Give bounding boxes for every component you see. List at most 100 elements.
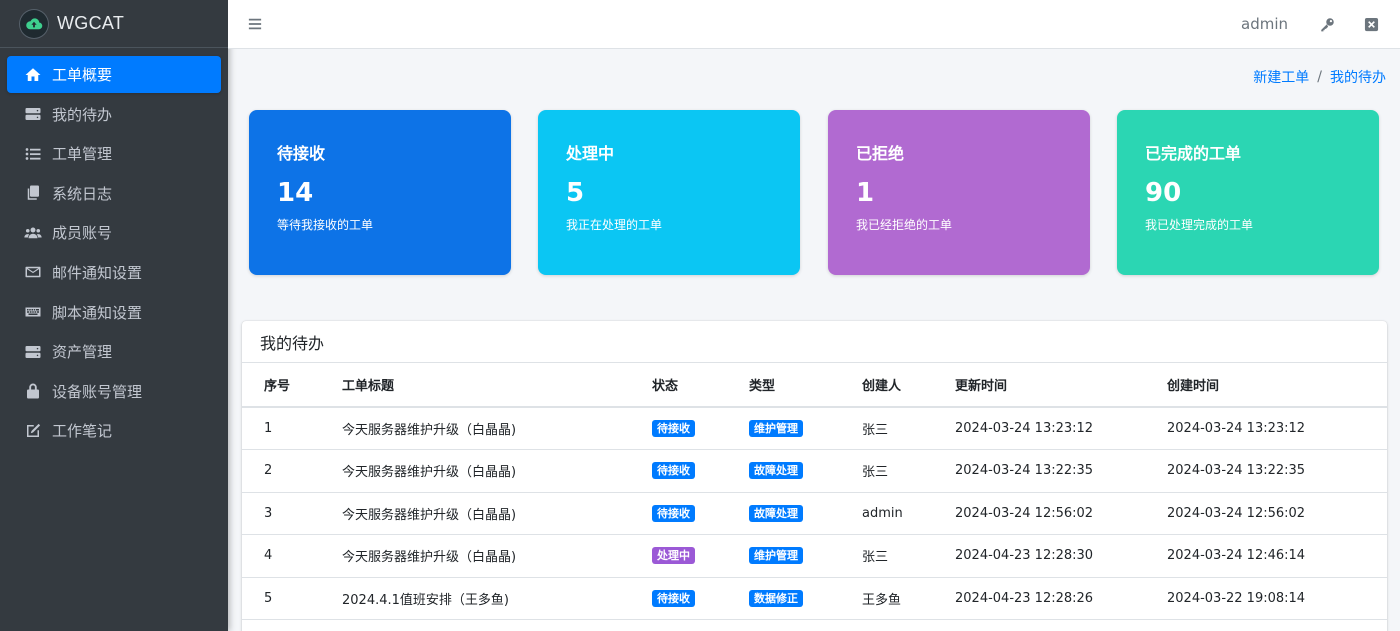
- sidebar-nav: 工单概要 我的待办 工单管理 系统日志 成员账号 邮件通知设置 脚本通知设置 资…: [0, 48, 228, 460]
- server-icon: [23, 104, 43, 124]
- cell-status: 待接收: [652, 407, 749, 450]
- stat-card-pending[interactable]: 待接收 14 等待我接收的工单: [249, 110, 511, 275]
- breadcrumb-new-ticket-link[interactable]: 新建工单: [1253, 67, 1309, 87]
- column-header: 创建人: [862, 363, 955, 408]
- cell-creator: 张三: [862, 407, 955, 450]
- card-value: 90: [1145, 178, 1182, 208]
- lock-icon: [23, 381, 43, 401]
- cell-index: 1: [242, 407, 342, 450]
- server-icon: [23, 342, 43, 362]
- sidebar-item-script-settings[interactable]: 脚本通知设置: [7, 294, 221, 331]
- type-badge: 故障处理: [749, 504, 803, 522]
- sidebar-item-system-log[interactable]: 系统日志: [7, 175, 221, 212]
- card-value: 1: [856, 178, 875, 208]
- sidebar-item-work-notes[interactable]: 工作笔记: [7, 412, 221, 449]
- sidebar-item-label: 我的待办: [52, 105, 113, 124]
- list-icon: [23, 144, 43, 164]
- cell-index: 5: [242, 577, 342, 620]
- sidebar-item-device-accounts[interactable]: 设备账号管理: [7, 373, 221, 410]
- close-window-icon[interactable]: [1362, 15, 1380, 33]
- cell-created: 2024-03-24 13:23:12: [1167, 407, 1387, 450]
- status-badge: 待接收: [652, 504, 695, 522]
- card-value: 14: [277, 178, 314, 208]
- todo-table: 序号 工单标题 状态 类型 创建人 更新时间 创建时间 1 今天服务器维护升级（…: [242, 363, 1387, 620]
- cell-creator: admin: [862, 492, 955, 535]
- type-badge: 维护管理: [749, 547, 803, 565]
- cell-created: 2024-03-24 13:22:35: [1167, 449, 1387, 493]
- sidebar-item-my-todo[interactable]: 我的待办: [7, 96, 221, 133]
- sidebar-item-email-settings[interactable]: 邮件通知设置: [7, 254, 221, 291]
- card-value: 5: [566, 178, 585, 208]
- card-description: 我已处理完成的工单: [1145, 218, 1254, 232]
- column-header: 更新时间: [955, 363, 1167, 408]
- copy-icon: [23, 183, 43, 203]
- type-badge: 维护管理: [749, 420, 803, 437]
- stat-card-completed[interactable]: 已完成的工单 90 我已处理完成的工单: [1117, 110, 1379, 275]
- sidebar-item-label: 邮件通知设置: [52, 263, 143, 282]
- stat-card-rejected[interactable]: 已拒绝 1 我已经拒绝的工单: [828, 110, 1090, 275]
- cell-type: 维护管理: [749, 534, 862, 578]
- header-right: admin: [1241, 15, 1380, 33]
- breadcrumb-separator: /: [1317, 69, 1322, 85]
- table-row[interactable]: 3 今天服务器维护升级（白晶晶) 待接收 故障处理 admin 2024-03-…: [242, 492, 1387, 535]
- cell-creator: 张三: [862, 534, 955, 578]
- column-header: 创建时间: [1167, 363, 1387, 408]
- sidebar-item-members[interactable]: 成员账号: [7, 214, 221, 251]
- stat-card-processing[interactable]: 处理中 5 我正在处理的工单: [538, 110, 800, 275]
- cell-index: 3: [242, 492, 342, 535]
- card-description: 我已经拒绝的工单: [856, 218, 953, 232]
- sidebar-item-label: 设备账号管理: [52, 382, 143, 401]
- card-description: 我正在处理的工单: [566, 218, 663, 232]
- edit-icon: [23, 421, 43, 441]
- cell-type: 数据修正: [749, 577, 862, 620]
- table-row[interactable]: 4 今天服务器维护升级（白晶晶) 处理中 维护管理 张三 2024-04-23 …: [242, 534, 1387, 578]
- sidebar-item-assets[interactable]: 资产管理: [7, 333, 221, 370]
- users-icon: [23, 223, 43, 243]
- user-name[interactable]: admin: [1241, 15, 1288, 33]
- menu-toggle-icon[interactable]: [248, 16, 264, 32]
- cell-creator: 张三: [862, 449, 955, 493]
- cell-index: 2: [242, 449, 342, 493]
- cell-title[interactable]: 2024.4.1值班安排（王多鱼): [342, 577, 652, 620]
- cell-type: 故障处理: [749, 492, 862, 535]
- sidebar-item-label: 成员账号: [52, 224, 113, 243]
- card-title: 已拒绝: [856, 144, 905, 163]
- breadcrumb-current[interactable]: 我的待办: [1330, 67, 1386, 87]
- card-description: 等待我接收的工单: [277, 218, 374, 232]
- top-header: admin: [228, 0, 1400, 49]
- cell-title[interactable]: 今天服务器维护升级（白晶晶): [342, 407, 652, 450]
- cell-title[interactable]: 今天服务器维护升级（白晶晶): [342, 449, 652, 493]
- status-badge: 待接收: [652, 462, 695, 480]
- cell-updated: 2024-03-24 13:23:12: [955, 407, 1167, 450]
- sidebar-item-label: 工单概要: [52, 66, 113, 84]
- sidebar-item-ticket-management[interactable]: 工单管理: [7, 135, 221, 172]
- card-title: 处理中: [566, 144, 615, 163]
- table-row[interactable]: 5 2024.4.1值班安排（王多鱼) 待接收 数据修正 王多鱼 2024-04…: [242, 577, 1387, 620]
- table-header-row: 序号 工单标题 状态 类型 创建人 更新时间 创建时间: [242, 363, 1387, 408]
- cell-created: 2024-03-24 12:56:02: [1167, 492, 1387, 535]
- home-icon: [23, 65, 43, 85]
- todo-panel: 我的待办 序号 工单标题 状态 类型 创建人 更新时间 创建时间 1 今天服务器…: [242, 321, 1387, 631]
- cell-type: 故障处理: [749, 449, 862, 493]
- sidebar-item-overview[interactable]: 工单概要: [7, 56, 221, 93]
- sidebar-item-label: 系统日志: [52, 184, 113, 203]
- type-badge: 故障处理: [749, 462, 803, 480]
- cell-created: 2024-03-24 12:46:14: [1167, 534, 1387, 578]
- cloud-logo-icon: [20, 9, 48, 38]
- card-title: 待接收: [277, 144, 326, 163]
- table-row[interactable]: 2 今天服务器维护升级（白晶晶) 待接收 故障处理 张三 2024-03-24 …: [242, 449, 1387, 493]
- cell-status: 待接收: [652, 449, 749, 493]
- table-row[interactable]: 1 今天服务器维护升级（白晶晶) 待接收 维护管理 张三 2024-03-24 …: [242, 407, 1387, 450]
- type-badge: 数据修正: [749, 589, 803, 607]
- column-header: 类型: [749, 363, 862, 408]
- sidebar-item-label: 工单管理: [52, 145, 113, 164]
- panel-title: 我的待办: [242, 321, 1387, 363]
- cell-title[interactable]: 今天服务器维护升级（白晶晶): [342, 492, 652, 535]
- brand[interactable]: WGCAT: [0, 0, 228, 48]
- cell-updated: 2024-03-24 13:22:35: [955, 449, 1167, 493]
- status-badge: 待接收: [652, 420, 695, 437]
- cell-type: 维护管理: [749, 407, 862, 450]
- cell-created: 2024-03-22 19:08:14: [1167, 577, 1387, 620]
- cell-title[interactable]: 今天服务器维护升级（白晶晶): [342, 534, 652, 578]
- key-icon[interactable]: [1318, 15, 1336, 33]
